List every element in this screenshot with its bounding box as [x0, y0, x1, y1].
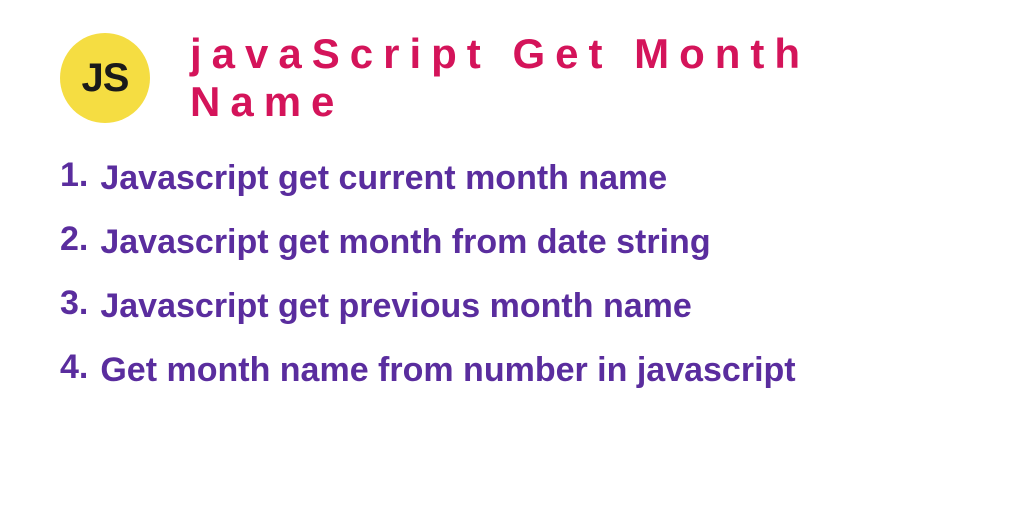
- list-item-text: Get month name from number in javascript: [100, 348, 795, 394]
- topic-list: 1. Javascript get current month name 2. …: [0, 146, 1024, 394]
- page-title: javaScript Get Month Name: [190, 30, 974, 126]
- list-item: 4. Get month name from number in javascr…: [60, 348, 964, 394]
- list-item-number: 4.: [60, 348, 88, 387]
- js-logo-text: JS: [82, 56, 129, 101]
- list-item-number: 3.: [60, 284, 88, 323]
- list-item-text: Javascript get current month name: [100, 156, 667, 202]
- header: JS javaScript Get Month Name: [0, 0, 1024, 146]
- list-item: 3. Javascript get previous month name: [60, 284, 964, 330]
- list-item-text: Javascript get previous month name: [100, 284, 691, 330]
- list-item-number: 2.: [60, 220, 88, 259]
- list-item-number: 1.: [60, 156, 88, 195]
- list-item: 1. Javascript get current month name: [60, 156, 964, 202]
- js-logo-badge: JS: [60, 33, 150, 123]
- list-item: 2. Javascript get month from date string: [60, 220, 964, 266]
- list-item-text: Javascript get month from date string: [100, 220, 710, 266]
